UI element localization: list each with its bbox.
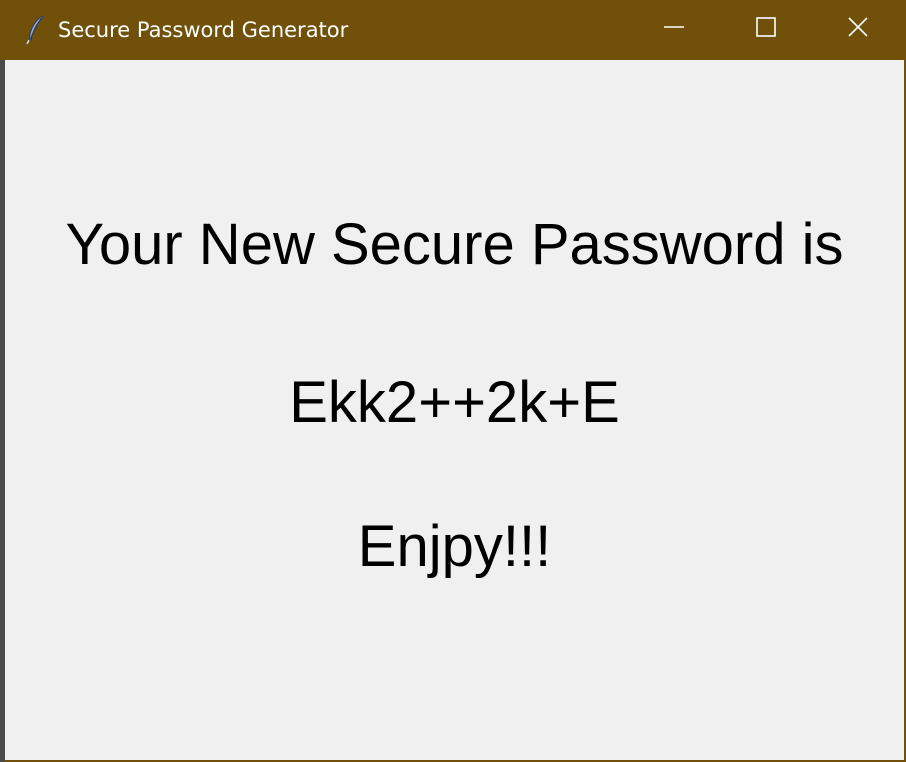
close-button[interactable] (812, 0, 904, 58)
minimize-icon (663, 16, 685, 43)
app-window: Secure Password Generator Your New Secur… (0, 0, 906, 762)
minimize-button[interactable] (628, 0, 720, 58)
maximize-button[interactable] (720, 0, 812, 58)
window-title: Secure Password Generator (58, 18, 349, 42)
client-area: Your New Secure Password is Ekk2++2k+E E… (5, 60, 904, 760)
title-bar[interactable]: Secure Password Generator (0, 0, 906, 60)
closing-label: Enjpy!!! (357, 514, 552, 579)
password-label: Ekk2++2k+E (289, 370, 620, 435)
maximize-icon (755, 16, 777, 43)
close-icon (847, 16, 869, 43)
heading-label: Your New Secure Password is (65, 212, 844, 277)
feather-icon (24, 14, 48, 46)
